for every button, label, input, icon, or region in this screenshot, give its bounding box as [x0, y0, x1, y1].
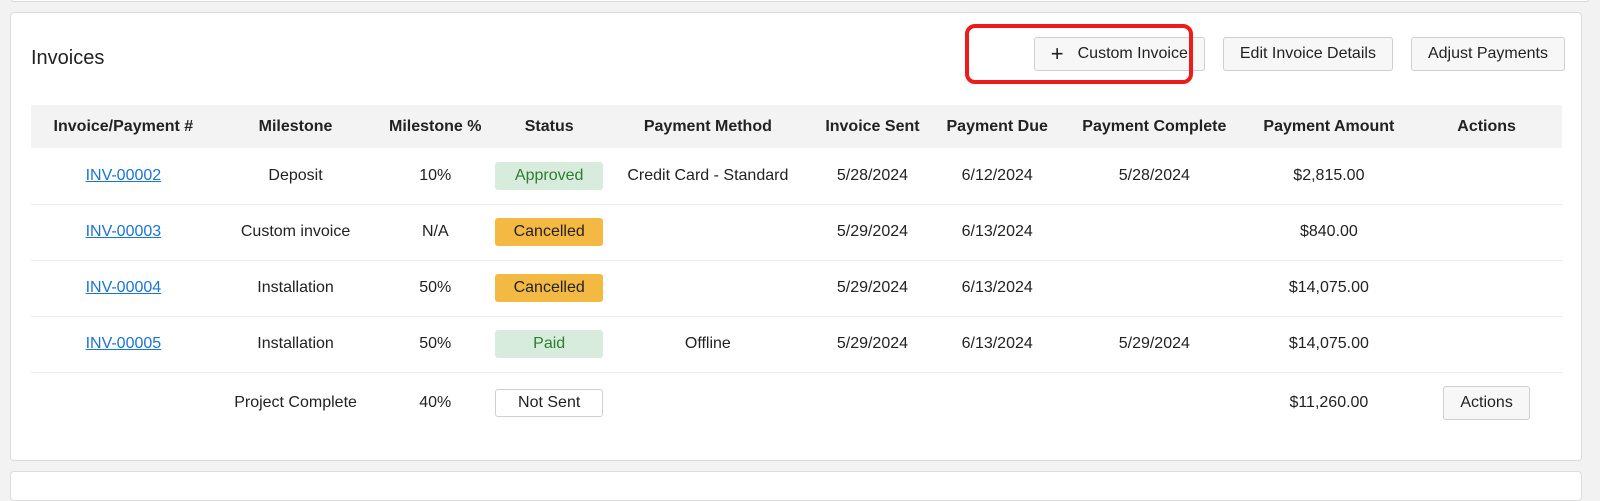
payment-amount-cell: $14,075.00	[1288, 279, 1369, 296]
actions-cell	[1411, 316, 1562, 372]
payment-amount-cell: $11,260.00	[1289, 394, 1369, 412]
invoice-cell-empty	[31, 372, 216, 434]
invoice-link[interactable]: INV-00002	[86, 167, 162, 184]
header-payment-method: Payment Method	[643, 117, 772, 135]
payment-complete-cell	[1062, 204, 1247, 260]
header-milestone-pct: Milestone %	[389, 117, 482, 135]
header-payment-complete: Payment Complete	[1082, 117, 1227, 135]
header-actions: Actions	[1457, 117, 1516, 135]
milestone-pct-cell: 50%	[419, 279, 452, 296]
status-badge: Cancelled	[495, 274, 604, 302]
table-header-row: Invoice/Payment # Milestone Milestone % …	[31, 105, 1562, 148]
payment-due-cell: 6/13/2024	[961, 279, 1033, 296]
payment-complete-cell: 5/29/2024	[1118, 335, 1190, 352]
status-badge: Approved	[495, 161, 604, 190]
payment-amount-cell: $2,815.00	[1293, 166, 1365, 184]
milestone-cell: Deposit	[268, 166, 323, 184]
milestone-cell: Project Complete	[234, 394, 357, 412]
invoices-table: Invoice/Payment # Milestone Milestone % …	[31, 105, 1562, 434]
invoices-panel: Invoices + Custom Invoice Edit Invoice D…	[10, 12, 1582, 461]
payment-method-cell	[603, 372, 812, 434]
actions-cell	[1411, 204, 1562, 260]
actions-cell	[1411, 148, 1562, 204]
header-invoice-sent: Invoice Sent	[825, 117, 920, 135]
milestone-cell: Installation	[257, 335, 334, 352]
invoice-sent-cell: 5/28/2024	[836, 166, 909, 184]
payment-amount-cell: $14,075.00	[1288, 335, 1369, 352]
invoice-sent-cell: 5/29/2024	[836, 223, 909, 240]
edit-invoice-details-button[interactable]: Edit Invoice Details	[1222, 37, 1393, 71]
invoice-link[interactable]: INV-00003	[86, 223, 162, 240]
status-badge: Paid	[495, 330, 604, 358]
invoice-sent-cell: 5/29/2024	[836, 279, 909, 296]
adjust-payments-button[interactable]: Adjust Payments	[1410, 37, 1565, 71]
table-row: Project Complete 40% Not Sent $11,260.00…	[31, 372, 1562, 434]
custom-invoice-label: Custom Invoice	[1077, 45, 1188, 62]
table-row: INV-00002 Deposit 10% Approved Credit Ca…	[31, 148, 1562, 204]
payment-due-cell: 6/13/2024	[961, 223, 1033, 240]
invoice-link[interactable]: INV-00004	[86, 279, 162, 296]
payment-complete-cell: 5/28/2024	[1118, 166, 1190, 184]
milestone-pct-cell: N/A	[421, 223, 449, 240]
invoice-sent-cell: 5/29/2024	[836, 335, 909, 352]
invoice-link[interactable]: INV-00005	[86, 335, 162, 352]
header-payment-amount: Payment Amount	[1263, 117, 1395, 135]
status-badge: Not Sent	[495, 389, 604, 418]
table-row: INV-00005 Installation 50% Paid Offline …	[31, 316, 1562, 372]
milestone-cell: Custom invoice	[240, 223, 351, 240]
table-row: INV-00003 Custom invoice N/A Cancelled 5…	[31, 204, 1562, 260]
next-panel-edge	[10, 471, 1582, 501]
payment-method-cell: Offline	[684, 335, 731, 352]
actions-cell: Actions	[1411, 372, 1562, 434]
invoice-sent-cell	[813, 372, 933, 434]
milestone-pct-cell: 10%	[419, 166, 452, 184]
payment-complete-cell	[1062, 372, 1247, 434]
milestone-cell: Installation	[257, 279, 334, 296]
payment-method-cell: Credit Card - Standard	[627, 166, 789, 184]
payment-method-cell	[603, 260, 812, 316]
header-milestone: Milestone	[258, 117, 333, 135]
header-invoice-number: Invoice/Payment #	[53, 117, 194, 135]
header-status: Status	[524, 117, 574, 135]
header-payment-due: Payment Due	[946, 117, 1048, 135]
invoice-toolbar: + Custom Invoice Edit Invoice Details Ad…	[1033, 37, 1565, 71]
payment-amount-cell: $840.00	[1299, 223, 1358, 240]
table-row: INV-00004 Installation 50% Cancelled 5/2…	[31, 260, 1562, 316]
milestone-pct-cell: 40%	[419, 394, 452, 412]
payment-due-cell	[932, 372, 1062, 434]
milestone-pct-cell: 50%	[419, 335, 452, 352]
payment-complete-cell	[1062, 260, 1247, 316]
payment-method-cell	[603, 204, 812, 260]
payment-due-cell: 6/12/2024	[961, 166, 1033, 184]
status-badge: Cancelled	[495, 218, 604, 246]
row-actions-button[interactable]: Actions	[1443, 386, 1530, 421]
plus-icon: +	[1050, 41, 1064, 66]
payment-due-cell: 6/13/2024	[961, 335, 1033, 352]
previous-panel-edge	[10, 0, 1590, 2]
actions-cell	[1411, 260, 1562, 316]
panel-title: Invoices	[31, 47, 105, 69]
custom-invoice-button[interactable]: + Custom Invoice	[1033, 37, 1205, 71]
